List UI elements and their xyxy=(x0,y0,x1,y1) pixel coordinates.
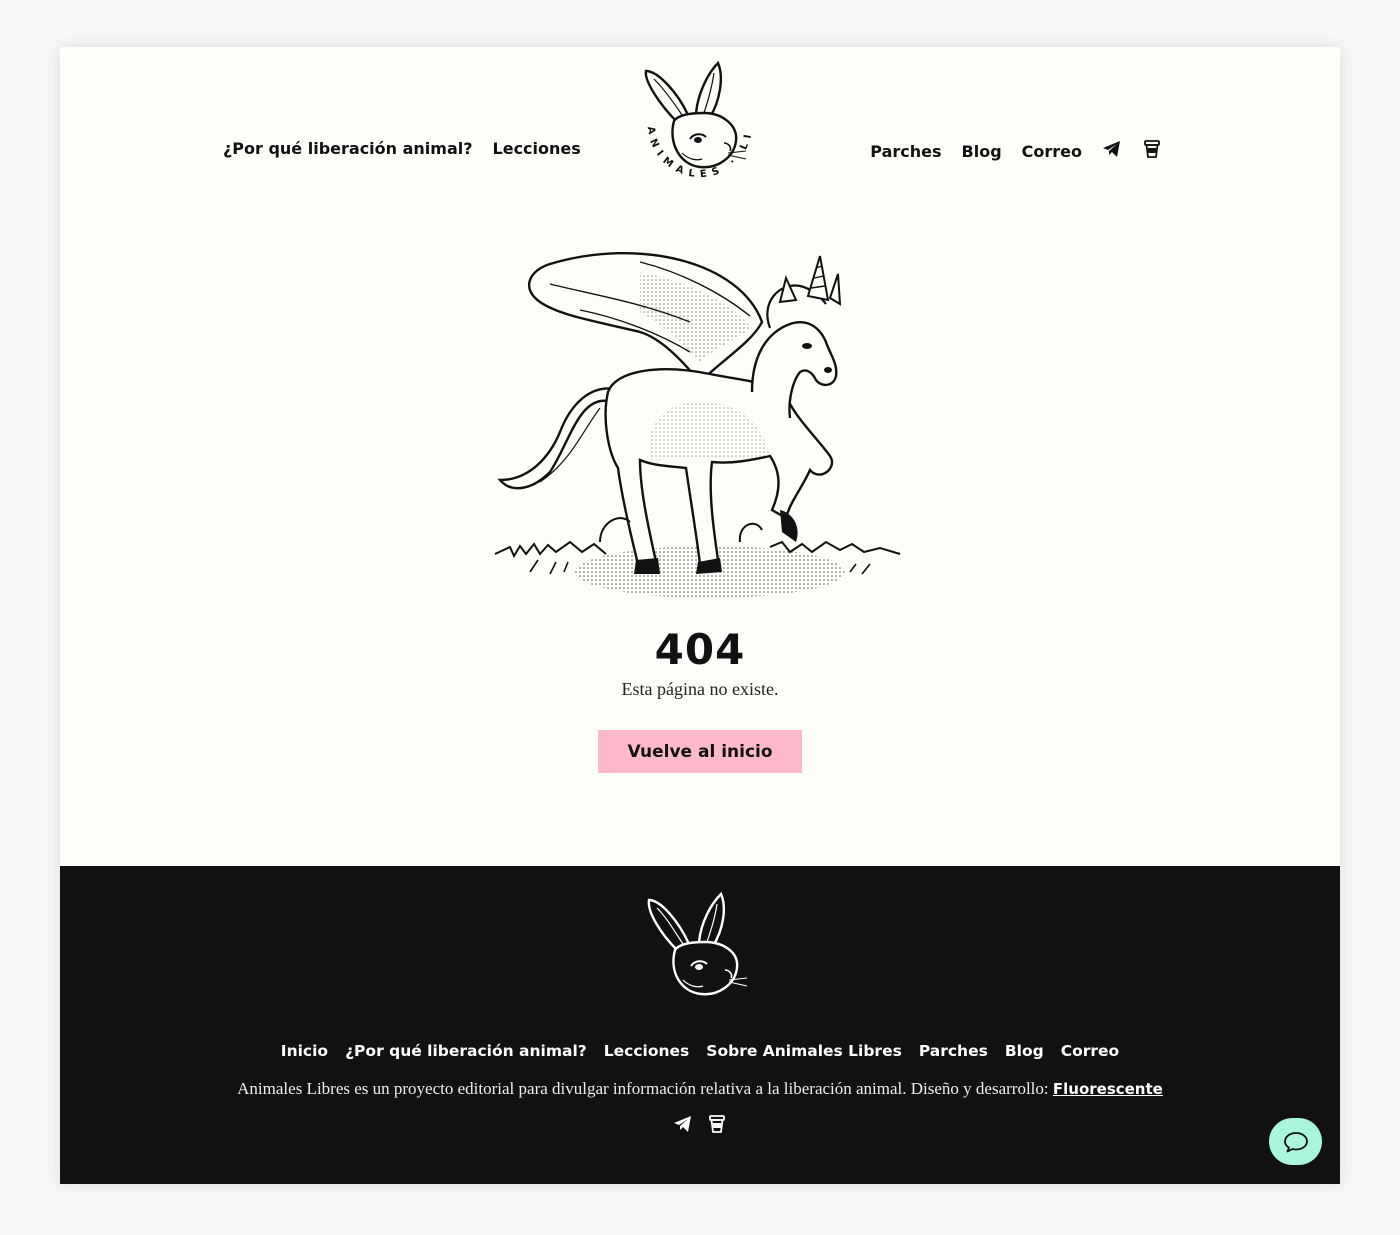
cup-icon xyxy=(709,1115,725,1133)
footer-link-blog[interactable]: Blog xyxy=(1005,1042,1044,1060)
nav-link-parches[interactable]: Parches xyxy=(870,142,941,161)
footer-description: Animales Libres es un proyecto editorial… xyxy=(60,1079,1340,1099)
main-nav-left: ¿Por qué liberación animal? Lecciones xyxy=(223,139,581,158)
footer-telegram-link[interactable] xyxy=(673,1114,693,1138)
nav-link-por-que[interactable]: ¿Por qué liberación animal? xyxy=(223,139,473,158)
header: ¿Por qué liberación animal? Lecciones AN… xyxy=(60,47,1340,207)
footer-link-inicio[interactable]: Inicio xyxy=(281,1042,328,1060)
telegram-link[interactable] xyxy=(1102,139,1122,163)
footer-link-por-que[interactable]: ¿Por qué liberación animal? xyxy=(345,1042,587,1060)
nav-link-correo[interactable]: Correo xyxy=(1022,142,1082,161)
winged-unicorn-illustration xyxy=(494,252,901,598)
footer-link-sobre[interactable]: Sobre Animales Libres xyxy=(706,1042,902,1060)
back-home-button[interactable]: Vuelve al inicio xyxy=(598,730,802,773)
nav-link-blog[interactable]: Blog xyxy=(962,142,1002,161)
footer: Inicio ¿Por qué liberación animal? Lecci… xyxy=(60,866,1340,1184)
footer-link-lecciones[interactable]: Lecciones xyxy=(604,1042,690,1060)
page: ¿Por qué liberación animal? Lecciones AN… xyxy=(60,47,1340,1184)
main-nav-right: Parches Blog Correo xyxy=(870,139,1162,163)
footer-description-text: Animales Libres es un proyecto editorial… xyxy=(237,1079,1053,1098)
error-message: Esta página no existe. xyxy=(621,679,779,699)
footer-cup-link[interactable] xyxy=(707,1114,727,1138)
footer-social xyxy=(60,1114,1340,1138)
chat-bubble-icon xyxy=(1283,1131,1308,1152)
cup-link[interactable] xyxy=(1142,139,1162,163)
chat-button[interactable] xyxy=(1269,1118,1322,1165)
error-code: 404 xyxy=(654,625,746,674)
footer-link-correo[interactable]: Correo xyxy=(1061,1042,1119,1060)
rabbit-logo-icon xyxy=(647,891,748,996)
cup-icon xyxy=(1144,140,1160,158)
credit-link[interactable]: Fluorescente xyxy=(1053,1080,1163,1098)
telegram-icon xyxy=(674,1116,691,1132)
rabbit-logo-icon: ANIMALES · LIBRES xyxy=(638,57,749,180)
nav-link-lecciones[interactable]: Lecciones xyxy=(493,139,581,158)
footer-nav: Inicio ¿Por qué liberación animal? Lecci… xyxy=(60,1042,1340,1060)
telegram-icon xyxy=(1103,141,1120,157)
footer-link-parches[interactable]: Parches xyxy=(919,1042,988,1060)
